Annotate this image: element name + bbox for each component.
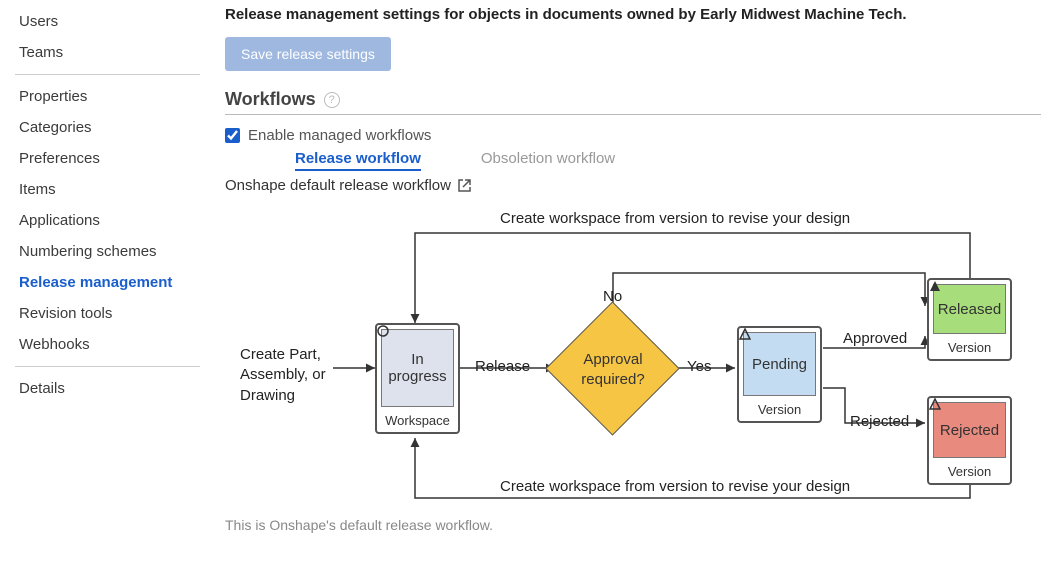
node-rejected-label: Rejected — [933, 402, 1006, 458]
version-triangle-icon — [929, 398, 941, 410]
sidebar-item-release-management[interactable]: Release management — [15, 267, 200, 298]
node-rejected: Rejected Version — [927, 396, 1012, 485]
node-in-progress-caption: Workspace — [377, 411, 458, 432]
sidebar: Users Teams Properties Categories Prefer… — [0, 0, 215, 584]
sidebar-item-categories[interactable]: Categories — [15, 112, 200, 143]
workflow-footer-note: This is Onshape's default release workfl… — [225, 517, 1041, 533]
node-released-caption: Version — [929, 338, 1010, 359]
node-released: Released Version — [927, 278, 1012, 361]
edge-rejected-label: Rejected — [850, 413, 909, 430]
external-link-icon[interactable] — [457, 178, 472, 193]
node-rejected-caption: Version — [929, 462, 1010, 483]
diagram-bottom-note: Create workspace from version to revise … — [500, 478, 850, 495]
sidebar-item-applications[interactable]: Applications — [15, 205, 200, 236]
workflows-heading: Workflows — [225, 89, 316, 110]
node-released-label: Released — [933, 284, 1006, 334]
tab-obsoletion-workflow[interactable]: Obsoletion workflow — [481, 150, 615, 171]
sidebar-item-details[interactable]: Details — [15, 373, 200, 404]
help-icon[interactable]: ? — [324, 92, 340, 108]
workflow-name-row: Onshape default release workflow — [225, 177, 1041, 194]
tab-release-workflow[interactable]: Release workflow — [295, 150, 421, 171]
sidebar-item-webhooks[interactable]: Webhooks — [15, 329, 200, 360]
sidebar-item-properties[interactable]: Properties — [15, 81, 200, 112]
main-content: Release management settings for objects … — [215, 0, 1051, 584]
page-title: Release management settings for objects … — [225, 6, 1041, 23]
node-decision-label: Approval required? — [558, 350, 668, 389]
save-release-settings-button[interactable]: Save release settings — [225, 37, 391, 71]
workflows-header: Workflows ? — [225, 89, 1041, 115]
sidebar-item-numbering-schemes[interactable]: Numbering schemes — [15, 236, 200, 267]
version-triangle-icon — [739, 328, 751, 340]
enable-managed-workflows-label: Enable managed workflows — [248, 127, 431, 144]
workspace-circle-icon — [377, 325, 389, 337]
sidebar-item-preferences[interactable]: Preferences — [15, 143, 200, 174]
enable-managed-workflows-row[interactable]: Enable managed workflows — [225, 127, 1041, 144]
node-pending: Pending Version — [737, 326, 822, 423]
node-pending-label: Pending — [743, 332, 816, 396]
diagram-start-text: Create Part, Assembly, or Drawing — [240, 345, 340, 406]
sidebar-item-teams[interactable]: Teams — [15, 37, 200, 68]
sidebar-item-users[interactable]: Users — [15, 6, 200, 37]
version-triangle-filled-icon — [929, 280, 941, 292]
node-pending-caption: Version — [739, 400, 820, 421]
edge-no-label: No — [603, 288, 622, 305]
edge-yes-label: Yes — [687, 358, 711, 375]
sidebar-item-revision-tools[interactable]: Revision tools — [15, 298, 200, 329]
edge-release-label: Release — [475, 358, 530, 375]
enable-managed-workflows-checkbox[interactable] — [225, 128, 240, 143]
sidebar-item-items[interactable]: Items — [15, 174, 200, 205]
workflow-tabs: Release workflow Obsoletion workflow — [295, 150, 1041, 171]
workflow-name: Onshape default release workflow — [225, 177, 451, 194]
edge-approved-label: Approved — [843, 330, 907, 347]
node-in-progress-label: In progress — [381, 329, 454, 407]
node-in-progress: In progress Workspace — [375, 323, 460, 434]
workflow-diagram: Create workspace from version to revise … — [225, 198, 1015, 513]
